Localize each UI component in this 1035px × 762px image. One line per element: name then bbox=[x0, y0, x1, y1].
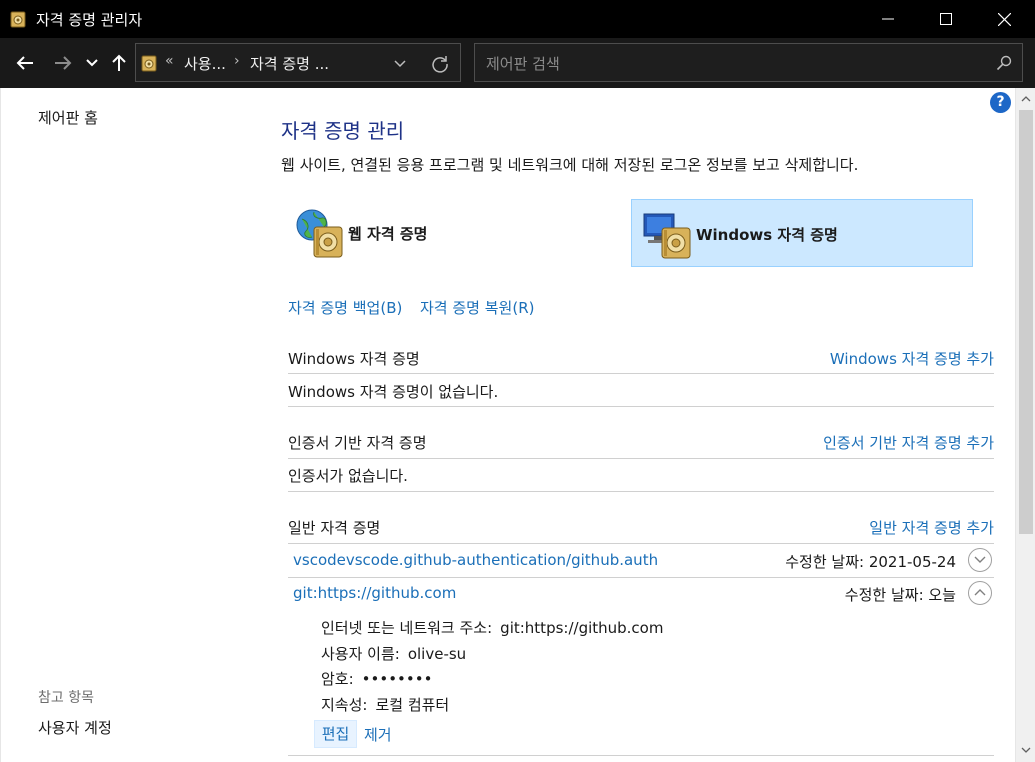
password-value: •••••••• bbox=[361, 670, 433, 688]
detail-username: 사용자 이름: olive-su bbox=[321, 643, 466, 664]
edit-credential-button[interactable]: 편집 bbox=[314, 720, 357, 748]
username-value: olive-su bbox=[407, 645, 467, 663]
divider bbox=[288, 755, 994, 756]
minimize-icon bbox=[882, 18, 894, 20]
page-description: 웹 사이트, 연결된 응용 프로그램 및 네트워크에 대해 저장된 로그온 정보… bbox=[281, 156, 859, 174]
address-bar[interactable]: « 사용... › 자격 증명 ... bbox=[135, 43, 461, 82]
divider bbox=[288, 373, 994, 374]
chevron-down-icon bbox=[86, 59, 98, 67]
navigation-bar: « 사용... › 자격 증명 ... 제어판 검색 bbox=[0, 38, 1035, 88]
divider bbox=[288, 543, 994, 544]
divider bbox=[288, 491, 994, 492]
chevron-up-icon bbox=[974, 589, 986, 596]
divider bbox=[288, 458, 994, 459]
restore-credentials-link[interactable]: 자격 증명 복원(R) bbox=[420, 297, 534, 318]
detail-address: 인터넷 또는 네트워크 주소: git:https://github.com bbox=[321, 617, 663, 638]
persistence-label: 지속성: bbox=[321, 696, 368, 714]
recent-locations-button[interactable] bbox=[80, 50, 104, 76]
windows-credentials-heading: Windows 자격 증명 bbox=[288, 350, 420, 368]
add-generic-credential-link[interactable]: 일반 자격 증명 추가 bbox=[869, 517, 994, 538]
address-label: 인터넷 또는 네트워크 주소: bbox=[321, 619, 493, 637]
arrow-right-icon bbox=[55, 56, 72, 70]
refresh-icon[interactable] bbox=[429, 53, 451, 75]
username-label: 사용자 이름: bbox=[321, 645, 400, 663]
see-also-heading: 참고 항목 bbox=[38, 690, 94, 706]
scrollbar-thumb[interactable] bbox=[1019, 110, 1033, 534]
collapse-button[interactable] bbox=[968, 581, 992, 605]
help-icon[interactable]: ? bbox=[990, 92, 1011, 113]
credential-vault-icon bbox=[141, 55, 157, 72]
scroll-up-icon[interactable] bbox=[1020, 93, 1032, 105]
breadcrumb-overflow[interactable]: « bbox=[165, 53, 174, 69]
backup-credentials-link[interactable]: 자격 증명 백업(B) bbox=[288, 297, 402, 318]
credential-modified-date: 수정한 날짜: 오늘 bbox=[844, 586, 956, 604]
password-label: 암호: bbox=[321, 670, 354, 688]
detail-persistence: 지속성: 로컬 컴퓨터 bbox=[321, 694, 449, 715]
certificate-credentials-heading: 인증서 기반 자격 증명 bbox=[288, 434, 427, 452]
maximize-button[interactable] bbox=[918, 0, 974, 38]
maximize-icon bbox=[940, 13, 952, 25]
user-accounts-link[interactable]: 사용자 계정 bbox=[38, 717, 112, 738]
windows-credentials-label: Windows 자격 증명 bbox=[696, 226, 838, 244]
breadcrumb-item[interactable]: 사용... bbox=[184, 53, 226, 74]
title-bar: 자격 증명 관리자 bbox=[0, 0, 1035, 38]
globe-vault-icon bbox=[296, 209, 343, 258]
monitor-vault-icon bbox=[643, 213, 691, 259]
back-button[interactable] bbox=[12, 50, 38, 76]
close-button[interactable] bbox=[976, 0, 1032, 38]
generic-credentials-heading: 일반 자격 증명 bbox=[288, 519, 381, 537]
up-button[interactable] bbox=[106, 50, 132, 76]
left-navigation-pane: 제어판 홈 참고 항목 사용자 계정 bbox=[0, 88, 262, 762]
vertical-scrollbar[interactable] bbox=[1015, 88, 1035, 762]
page-title: 자격 증명 관리 bbox=[281, 119, 405, 143]
add-windows-credential-link[interactable]: Windows 자격 증명 추가 bbox=[830, 348, 994, 369]
detail-password: 암호: •••••••• bbox=[321, 668, 432, 689]
persistence-value: 로컬 컴퓨터 bbox=[375, 696, 450, 714]
windows-credentials-tile[interactable]: Windows 자격 증명 bbox=[631, 199, 973, 267]
credential-vault-icon bbox=[10, 11, 26, 28]
scroll-down-icon[interactable] bbox=[1020, 744, 1032, 756]
search-icon[interactable] bbox=[996, 55, 1012, 71]
address-value: git:https://github.com bbox=[500, 619, 664, 637]
breadcrumb-item[interactable]: 자격 증명 ... bbox=[250, 53, 329, 74]
forward-button[interactable] bbox=[50, 50, 76, 76]
window-title: 자격 증명 관리자 bbox=[36, 11, 143, 29]
minimize-button[interactable] bbox=[860, 0, 916, 38]
arrow-left-icon bbox=[16, 56, 33, 70]
breadcrumb-separator[interactable]: › bbox=[234, 53, 240, 69]
close-icon bbox=[997, 12, 1011, 26]
expand-button[interactable] bbox=[968, 548, 992, 572]
remove-credential-button[interactable]: 제거 bbox=[364, 724, 392, 745]
web-credentials-label: 웹 자격 증명 bbox=[348, 225, 428, 243]
search-placeholder: 제어판 검색 bbox=[486, 55, 560, 73]
credential-entry-name[interactable]: git:https://github.com bbox=[293, 584, 456, 602]
credential-entry-name[interactable]: vscodevscode.github-authentication/githu… bbox=[293, 551, 658, 569]
chevron-down-icon[interactable] bbox=[391, 54, 409, 72]
control-panel-home-link[interactable]: 제어판 홈 bbox=[38, 107, 98, 128]
arrow-up-icon bbox=[112, 54, 126, 71]
search-input[interactable]: 제어판 검색 bbox=[474, 43, 1023, 82]
divider bbox=[288, 577, 994, 578]
certificate-credentials-empty: 인증서가 없습니다. bbox=[288, 467, 408, 485]
web-credentials-tile[interactable]: 웹 자격 증명 bbox=[290, 199, 610, 267]
credential-modified-date: 수정한 날짜: 2021-05-24 bbox=[785, 553, 956, 571]
chevron-down-icon bbox=[974, 556, 986, 563]
add-certificate-credential-link[interactable]: 인증서 기반 자격 증명 추가 bbox=[823, 432, 994, 453]
windows-credentials-empty: Windows 자격 증명이 없습니다. bbox=[288, 383, 499, 401]
divider bbox=[288, 406, 994, 407]
